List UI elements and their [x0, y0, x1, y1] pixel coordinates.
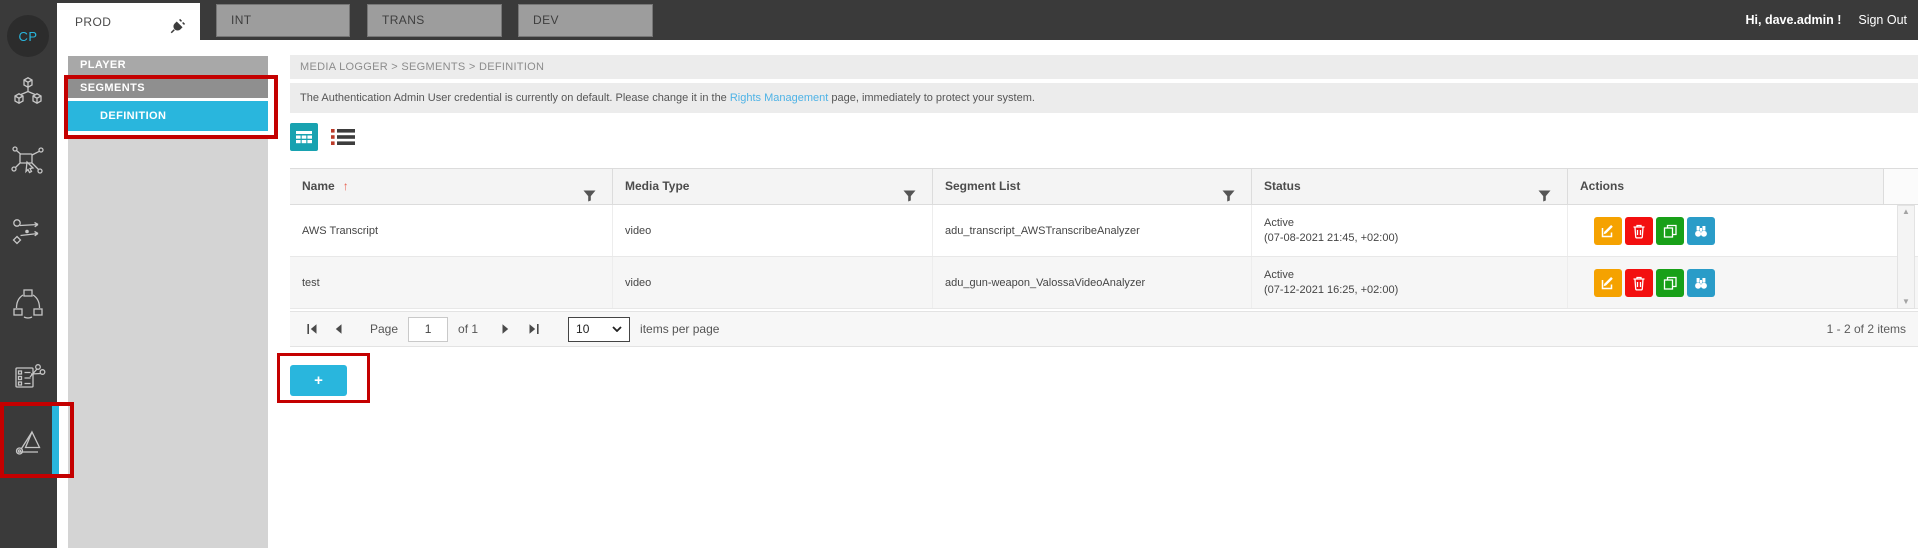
delete-button[interactable] [1625, 269, 1653, 297]
next-page-button[interactable] [496, 322, 516, 336]
nav-item-definition[interactable]: DEFINITION [68, 101, 268, 131]
view-button[interactable] [1687, 269, 1715, 297]
trash-icon [1631, 275, 1647, 291]
edit-button[interactable] [1594, 269, 1622, 297]
edit-icon [1600, 275, 1616, 291]
modules-icon[interactable] [10, 74, 46, 110]
cell-media-type: video [612, 257, 932, 308]
scroll-up-icon[interactable]: ▲ [1902, 206, 1910, 218]
media-logger-icon[interactable] [10, 424, 46, 460]
cluster-icon[interactable] [10, 285, 46, 321]
integration-icon[interactable] [10, 143, 46, 179]
table-scrollbar[interactable]: ▲ ▼ [1897, 205, 1915, 309]
tab-trans-label: TRANS [382, 13, 425, 27]
warning-text-after: page, immediately to protect your system… [828, 92, 1035, 104]
table-header-row: Name ↑ Media Type Segment List Status [290, 168, 1918, 205]
column-header-name[interactable]: Name ↑ [290, 169, 612, 204]
view-button[interactable] [1687, 217, 1715, 245]
credential-warning: The Authentication Admin User credential… [290, 83, 1918, 113]
delete-button[interactable] [1625, 217, 1653, 245]
tab-int-label: INT [231, 13, 252, 27]
status-date: (07-08-2021 21:45, +02:00) [1264, 231, 1398, 246]
copy-button[interactable] [1656, 269, 1684, 297]
active-sidebar-indicator [52, 406, 59, 474]
nav-item-segments[interactable]: SEGMENTS [68, 79, 268, 98]
sign-out-link[interactable]: Sign Out [1858, 13, 1907, 27]
grid-view-icon [296, 131, 312, 144]
column-header-media-type[interactable]: Media Type [612, 169, 932, 204]
column-label: Name [302, 179, 335, 193]
binoculars-icon [1693, 275, 1709, 291]
cell-status: Active (07-12-2021 16:25, +02:00) [1251, 257, 1567, 308]
breadcrumb: MEDIA LOGGER > SEGMENTS > DEFINITION [290, 55, 1918, 79]
cell-status: Active (07-08-2021 21:45, +02:00) [1251, 205, 1567, 256]
edit-button[interactable] [1594, 217, 1622, 245]
copy-button[interactable] [1656, 217, 1684, 245]
cell-media-type: video [612, 205, 932, 256]
pager-range-label: 1 - 2 of 2 items [1827, 312, 1906, 346]
plug-icon [168, 13, 187, 51]
cell-actions [1567, 257, 1883, 308]
warning-text-before: The Authentication Admin User credential… [300, 92, 730, 104]
copy-icon [1662, 275, 1678, 291]
pager: Page 1 of 1 10 items per page 1 - 2 of 2… [290, 311, 1918, 347]
column-label: Segment List [945, 179, 1020, 193]
tab-int[interactable]: INT [216, 4, 350, 37]
edit-icon [1600, 223, 1616, 239]
tab-dev[interactable]: DEV [518, 4, 653, 37]
trash-icon [1631, 223, 1647, 239]
tab-dev-label: DEV [533, 13, 559, 27]
scroll-down-icon[interactable]: ▼ [1902, 296, 1910, 308]
nav-panel: PLAYER SEGMENTS DEFINITION [68, 40, 268, 548]
app-window: PROD INT TRANS DEV Hi, dave.admin ! Sign… [0, 0, 1918, 548]
sort-asc-icon: ↑ [343, 179, 349, 193]
page-size-value: 10 [576, 322, 589, 336]
page-of-label: of 1 [458, 322, 478, 336]
column-label: Actions [1580, 179, 1624, 193]
cell-actions [1567, 205, 1883, 256]
media-editor-icon[interactable] [10, 358, 46, 394]
binoculars-icon [1693, 223, 1709, 239]
header-scrollbar-spacer [1883, 169, 1918, 204]
chevron-down-icon [612, 326, 622, 332]
table-row: AWS Transcript video adu_transcript_AWST… [290, 205, 1918, 257]
column-label: Media Type [625, 179, 689, 193]
page-number-input[interactable]: 1 [408, 317, 448, 342]
page-label: Page [370, 322, 398, 336]
items-per-page-label: items per page [640, 322, 719, 336]
user-greeting: Hi, dave.admin ! [1746, 13, 1842, 27]
user-area: Hi, dave.admin ! Sign Out [1746, 0, 1908, 40]
tab-prod[interactable]: PROD [57, 3, 200, 44]
cell-segment-list: adu_transcript_AWSTranscribeAnalyzer [932, 205, 1251, 256]
column-header-status[interactable]: Status [1251, 169, 1567, 204]
status-text: Active [1264, 268, 1294, 283]
column-header-actions: Actions [1567, 169, 1883, 204]
previous-page-button[interactable] [328, 322, 348, 336]
add-segment-button[interactable]: + [290, 365, 347, 396]
status-date: (07-12-2021 16:25, +02:00) [1264, 283, 1398, 298]
first-page-button[interactable] [302, 322, 322, 336]
table-row: test video adu_gun-weapon_ValossaVideoAn… [290, 257, 1918, 309]
page-size-select[interactable]: 10 [568, 317, 630, 342]
column-label: Status [1264, 179, 1301, 193]
cell-name: AWS Transcript [290, 205, 612, 256]
tab-trans[interactable]: TRANS [367, 4, 502, 37]
workflow-icon[interactable] [10, 214, 46, 250]
nav-panel-fill [68, 135, 268, 548]
last-page-button[interactable] [524, 322, 544, 336]
status-text: Active [1264, 216, 1294, 231]
copy-icon [1662, 223, 1678, 239]
cp-logo: CP [7, 15, 49, 57]
cell-segment-list: adu_gun-weapon_ValossaVideoAnalyzer [932, 257, 1251, 308]
tab-prod-label: PROD [75, 15, 111, 29]
list-view-icon [331, 128, 355, 146]
grid-view-button[interactable] [290, 123, 318, 151]
cell-name: test [290, 257, 612, 308]
segments-table: Name ↑ Media Type Segment List Status [290, 168, 1918, 309]
column-header-segment-list[interactable]: Segment List [932, 169, 1251, 204]
rights-management-link[interactable]: Rights Management [730, 92, 828, 104]
list-view-button[interactable] [331, 128, 355, 146]
nav-item-player[interactable]: PLAYER [68, 56, 268, 75]
